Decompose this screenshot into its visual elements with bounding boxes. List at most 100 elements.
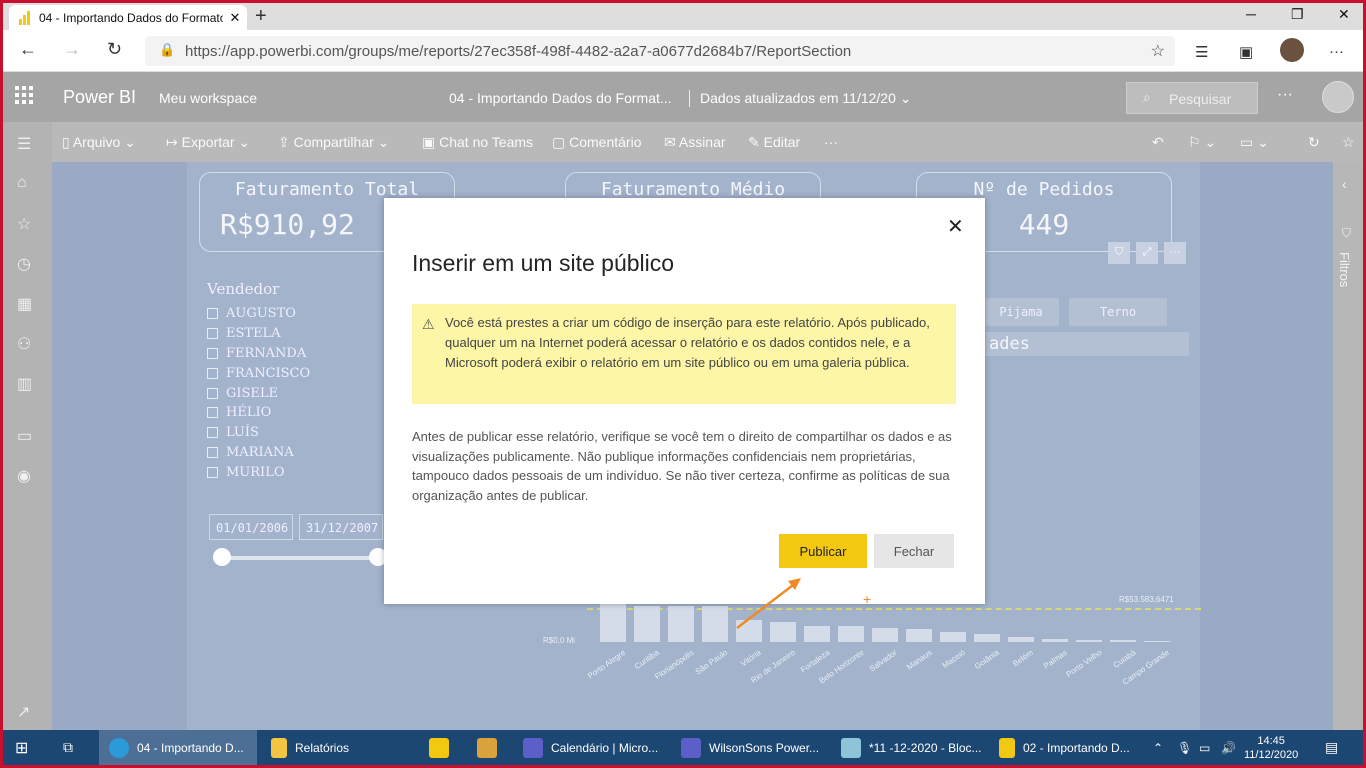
bar[interactable]: [974, 634, 1000, 642]
restore-button[interactable]: ❐: [1291, 6, 1304, 23]
recent-clock-icon[interactable]: ◷: [17, 254, 31, 274]
seller-item[interactable]: FERNANDA: [207, 344, 310, 364]
bar[interactable]: [1110, 640, 1136, 642]
file-menu[interactable]: ▯ Arquivo ⌄: [62, 134, 136, 151]
bar[interactable]: [940, 632, 966, 642]
hamburger-icon[interactable]: ☰: [17, 134, 31, 154]
bar[interactable]: [1144, 641, 1170, 642]
back-icon[interactable]: ←: [19, 39, 37, 60]
taskbar-item-calendar[interactable]: Calendário | Micro...: [523, 730, 658, 765]
taskbar-clock[interactable]: 14:45 11/12/2020: [1244, 734, 1298, 762]
taskbar-item-teams[interactable]: WilsonSons Power...: [681, 730, 819, 765]
workspace-link[interactable]: Meu workspace: [159, 90, 257, 106]
collections-icon[interactable]: ▣: [1239, 43, 1253, 61]
taskbar-item-powerbi[interactable]: 02 - Importando D...: [999, 730, 1130, 765]
seller-item[interactable]: FRANCISCO: [207, 363, 310, 383]
user-avatar[interactable]: [1322, 81, 1354, 113]
publish-button[interactable]: Publicar: [779, 534, 867, 568]
toolbar-more-icon[interactable]: ···: [824, 134, 838, 150]
shared-icon[interactable]: ⚇: [17, 334, 31, 354]
edit-button[interactable]: ✎ Editar: [748, 134, 800, 151]
bar[interactable]: [600, 602, 626, 642]
visual-more-icon[interactable]: ···: [1164, 242, 1186, 264]
tab-close-icon[interactable]: ✕: [223, 10, 247, 26]
bar[interactable]: [634, 606, 660, 642]
volume-icon[interactable]: 🔊: [1221, 730, 1236, 765]
search-input[interactable]: ⌕ Pesquisar: [1126, 82, 1258, 114]
apps-icon[interactable]: ▦: [17, 294, 32, 314]
checkbox[interactable]: [207, 308, 218, 320]
checkbox[interactable]: [207, 466, 218, 478]
seller-item[interactable]: MURILO: [207, 462, 310, 482]
checkbox[interactable]: [207, 427, 218, 439]
taskbar-item-folder[interactable]: Relatórios: [265, 730, 349, 765]
undo-icon[interactable]: ↶: [1152, 134, 1164, 151]
date-slider-track[interactable]: [219, 556, 379, 560]
bar[interactable]: [1008, 637, 1034, 642]
get-data-arrow-icon[interactable]: ↗: [17, 702, 30, 722]
bar[interactable]: [872, 628, 898, 642]
bar[interactable]: [702, 606, 728, 642]
reload-icon[interactable]: ↻: [1308, 134, 1320, 151]
taskbar-item-notepad[interactable]: *11 -12-2020 - Bloc...: [841, 730, 982, 765]
filters-pane[interactable]: ‹ ⛉ Filtros: [1333, 162, 1363, 730]
date-from-input[interactable]: 01/01/2006: [209, 514, 293, 540]
brand-label[interactable]: Power BI: [63, 87, 136, 108]
segment-button[interactable]: Pijama: [983, 298, 1059, 326]
more-options-icon[interactable]: ···: [1277, 86, 1293, 104]
bar[interactable]: [838, 626, 864, 642]
favorites-icon[interactable]: ☰: [1195, 43, 1208, 61]
seller-item[interactable]: LUÍS: [207, 423, 310, 443]
view-icon[interactable]: ▭ ⌄: [1240, 134, 1269, 151]
export-menu[interactable]: ↦ Exportar ⌄: [166, 134, 250, 151]
dialog-cancel-button[interactable]: Fechar: [874, 534, 954, 568]
app-launcher-icon[interactable]: [15, 86, 33, 104]
filter-icon[interactable]: ⛉: [1108, 242, 1130, 264]
seller-item[interactable]: GISELE: [207, 383, 310, 403]
segment-button[interactable]: Terno: [1069, 298, 1167, 326]
notifications-icon[interactable]: ▤: [1325, 730, 1338, 765]
checkbox[interactable]: [207, 347, 218, 359]
comment-button[interactable]: ▢ Comentário: [552, 134, 642, 151]
microphone-icon[interactable]: 🎙: [1177, 730, 1192, 765]
refresh-icon[interactable]: ↻: [107, 39, 122, 60]
home-icon[interactable]: ⌂: [17, 174, 27, 192]
checkbox[interactable]: [207, 407, 218, 419]
share-menu[interactable]: ⇪ Compartilhar ⌄: [278, 134, 389, 151]
bar[interactable]: [906, 629, 932, 642]
updated-dropdown[interactable]: Dados atualizados em 11/12/20 ⌄: [689, 90, 912, 107]
url-field[interactable]: 🔒 https://app.powerbi.com/groups/me/repo…: [145, 36, 1175, 66]
chat-teams-button[interactable]: ▣ Chat no Teams: [422, 134, 533, 151]
favorites-star-icon[interactable]: ☆: [17, 214, 31, 234]
browser-tab[interactable]: 04 - Importando Dados do Formato ✕: [9, 5, 247, 30]
checkbox[interactable]: [207, 446, 218, 458]
favorite-report-icon[interactable]: ☆: [1342, 134, 1355, 151]
new-tab-button[interactable]: +: [255, 5, 267, 28]
browser-menu-icon[interactable]: ···: [1329, 43, 1344, 60]
bookmark-icon[interactable]: ⚐ ⌄: [1188, 134, 1216, 151]
network-icon[interactable]: ▭: [1199, 730, 1210, 765]
bar[interactable]: [1076, 640, 1102, 642]
task-view-icon[interactable]: ⧉: [63, 730, 73, 765]
seller-item[interactable]: ESTELA: [207, 324, 310, 344]
close-window-button[interactable]: ✕: [1338, 6, 1350, 23]
learn-book-icon[interactable]: ▥: [17, 374, 32, 394]
taskbar-powerbi-desktop[interactable]: [429, 730, 457, 765]
bar[interactable]: [1042, 639, 1068, 642]
subscribe-button[interactable]: ✉ Assinar: [664, 134, 726, 151]
workspaces-icon[interactable]: ▭: [17, 426, 32, 446]
date-to-input[interactable]: 31/12/2007: [299, 514, 383, 540]
seller-item[interactable]: AUGUSTO: [207, 304, 310, 324]
profile-avatar[interactable]: [1280, 38, 1304, 62]
tray-chevron-icon[interactable]: ⌃: [1153, 730, 1163, 765]
taskbar-app[interactable]: [477, 730, 505, 765]
dialog-close-icon[interactable]: ✕: [947, 214, 964, 239]
my-workspace-icon[interactable]: ◉: [17, 466, 31, 486]
minimize-button[interactable]: ─: [1246, 6, 1256, 22]
seller-item[interactable]: HÉLIO: [207, 403, 310, 423]
seller-item[interactable]: MARIANA: [207, 443, 310, 463]
taskbar-item-edge[interactable]: 04 - Importando D...: [99, 730, 257, 765]
focus-mode-icon[interactable]: ⤢: [1136, 242, 1158, 264]
forward-icon[interactable]: →: [63, 39, 81, 60]
chevron-left-icon[interactable]: ‹: [1342, 176, 1347, 192]
